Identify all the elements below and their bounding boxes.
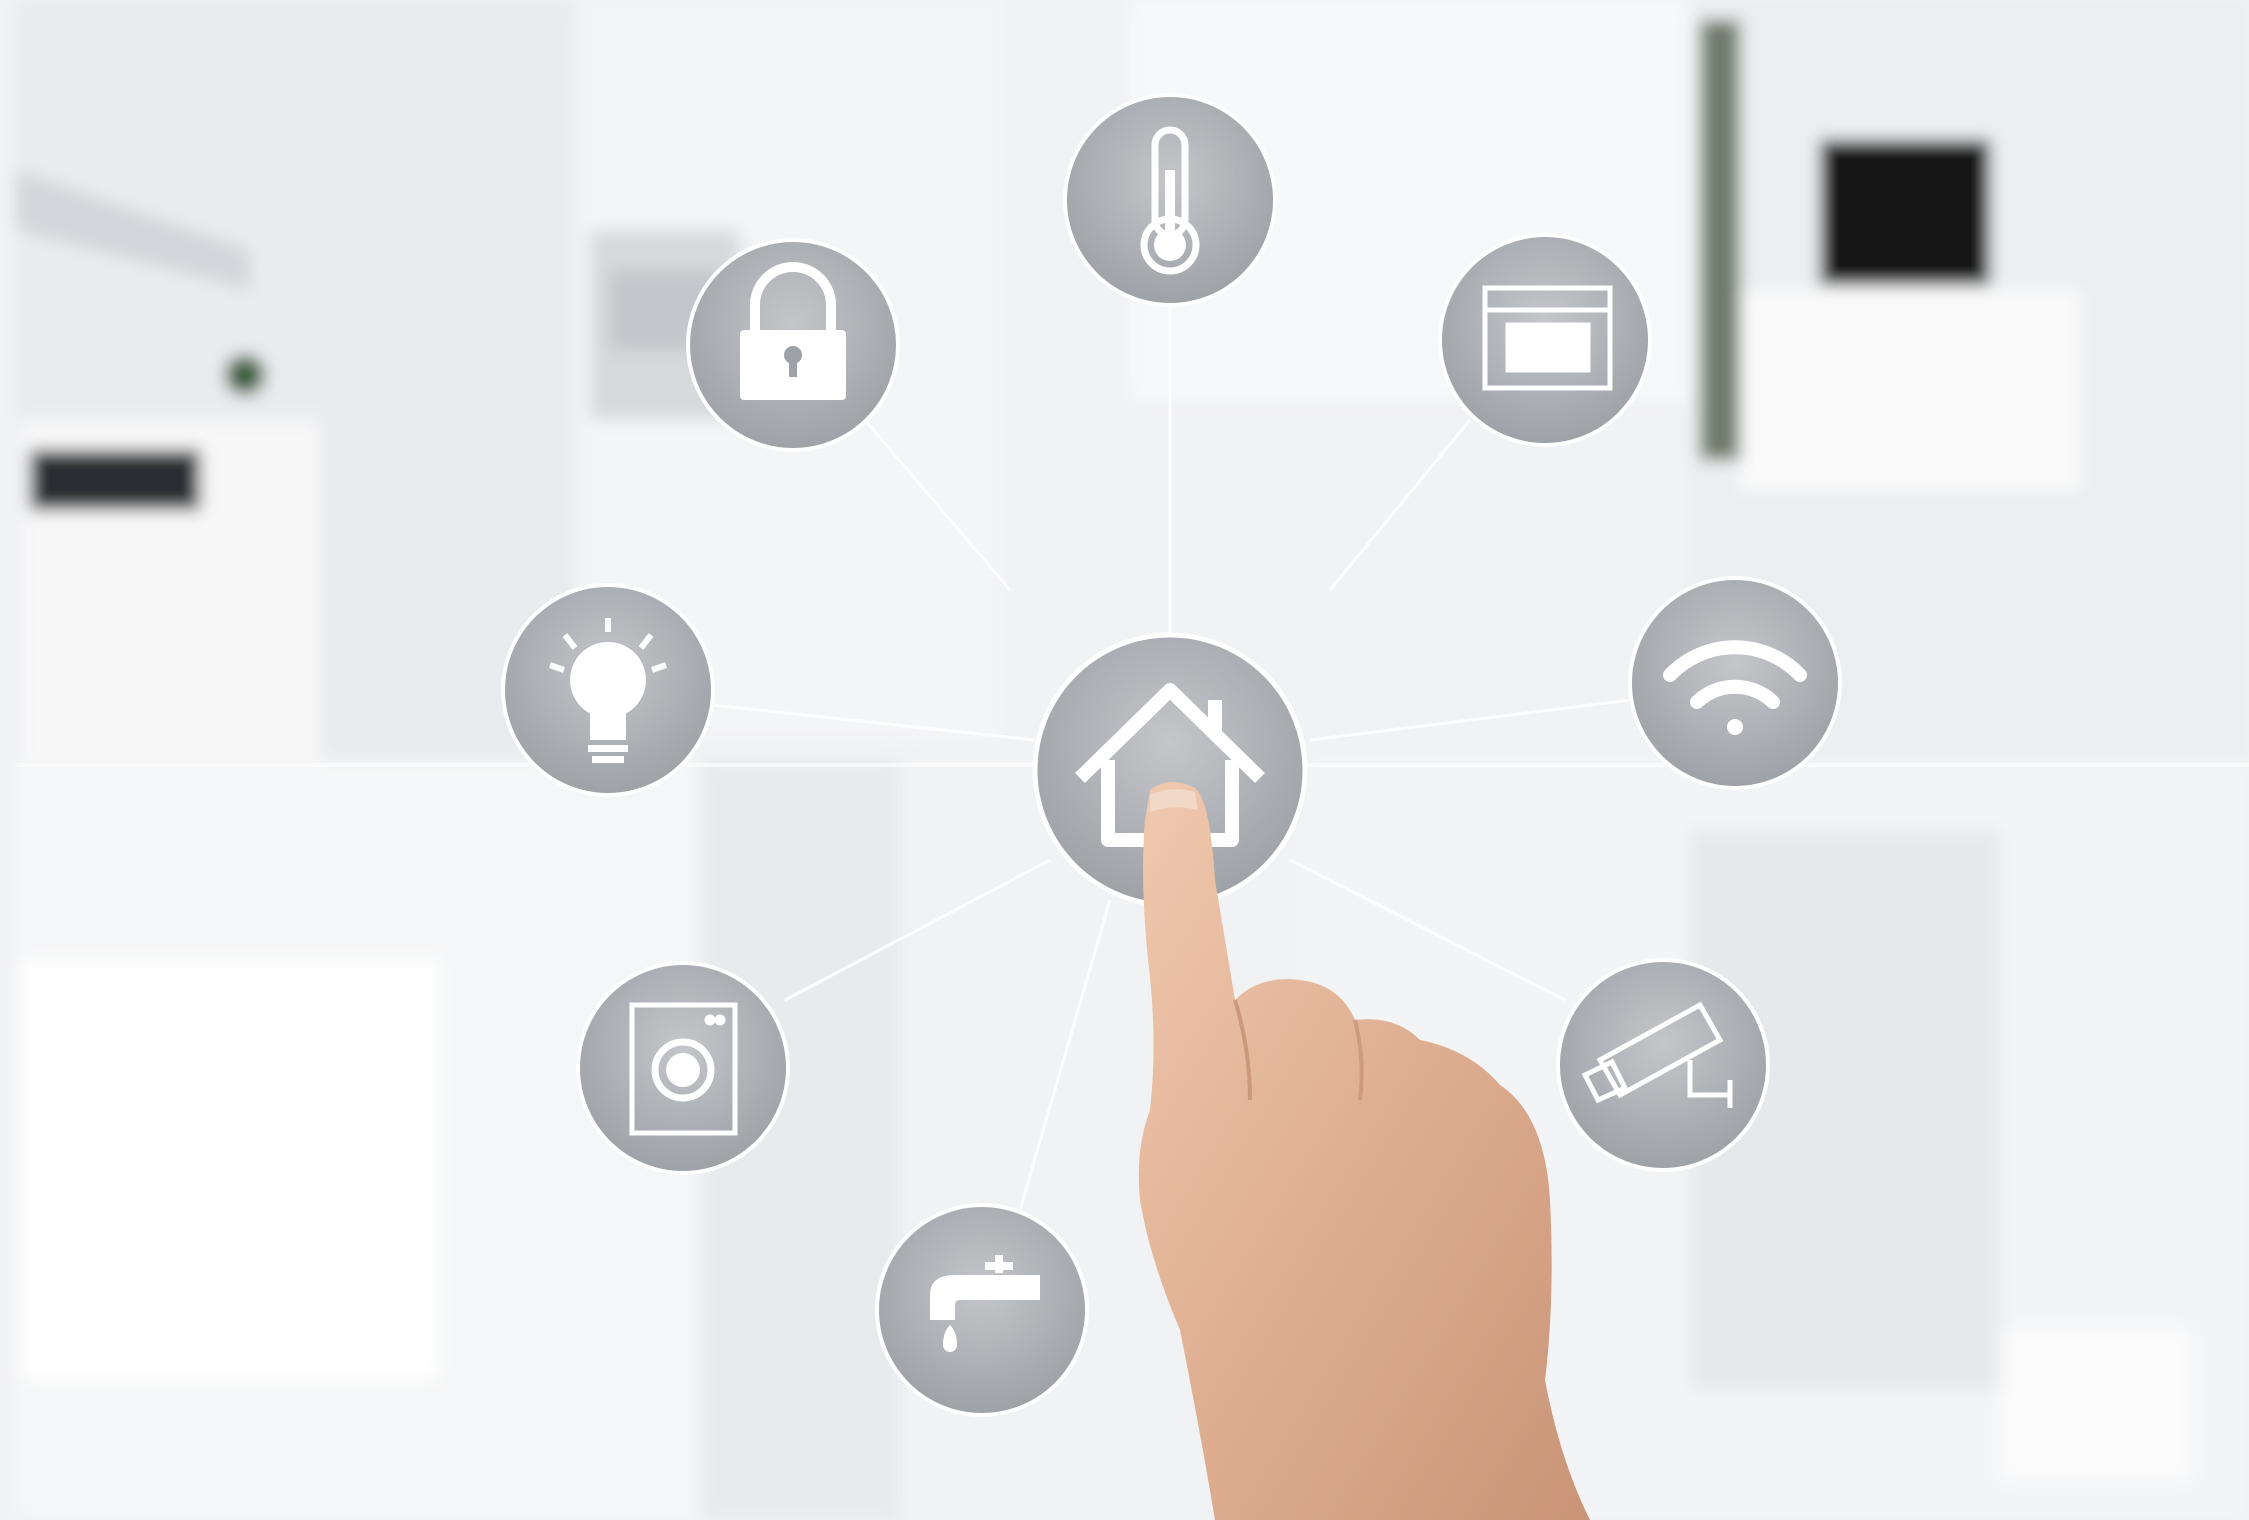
security-camera-node	[1556, 958, 1770, 1172]
oven-node	[1438, 233, 1652, 447]
thermometer-node	[1063, 93, 1277, 307]
water-faucet-node	[875, 1203, 1089, 1417]
wifi-node	[1628, 576, 1842, 790]
lock-node	[686, 238, 900, 452]
smart-home-scene	[0, 0, 2249, 1520]
washing-machine-node	[576, 961, 790, 1175]
lightbulb-node	[501, 583, 715, 797]
